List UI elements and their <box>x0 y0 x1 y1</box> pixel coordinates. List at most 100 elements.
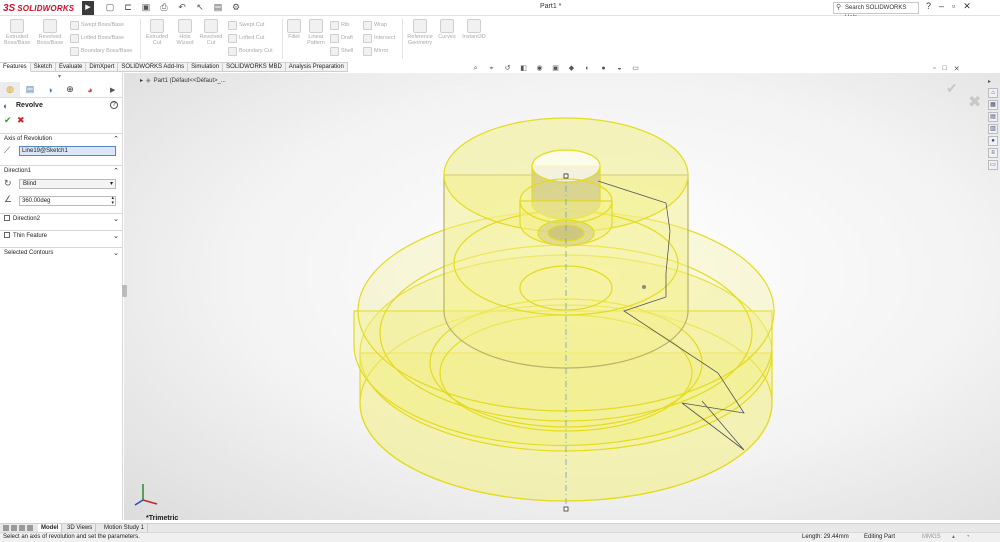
tab-sketch[interactable]: Sketch <box>30 62 57 72</box>
select-icon[interactable]: ↖ <box>194 2 206 13</box>
intersect-button[interactable]: Intersect <box>363 32 395 44</box>
view-orientation-icon[interactable]: ▣ <box>550 64 561 73</box>
file-explorer-icon[interactable]: ▤ <box>988 112 998 122</box>
reverse-direction-icon[interactable]: ↻ <box>4 178 12 189</box>
thin-feature-checkbox[interactable] <box>4 232 10 238</box>
rib-button[interactable]: Rib <box>330 19 349 31</box>
appearances-icon[interactable]: ● <box>988 136 998 146</box>
first-tab-icon[interactable] <box>3 525 9 531</box>
new-document-icon[interactable]: ▢ <box>104 2 116 13</box>
menu-expand-arrow-icon[interactable]: ▶ <box>82 1 94 15</box>
hole-wizard-button[interactable]: Hole Wizard <box>172 19 198 46</box>
dimxpert-manager-tab[interactable]: ⊕ <box>60 82 80 97</box>
viewport-restore-icon[interactable]: ▫ <box>933 65 935 73</box>
help-icon[interactable]: ? <box>110 101 118 109</box>
lofted-boss-button[interactable]: Lofted Boss/Base <box>70 32 124 44</box>
task-pane-expand-icon[interactable]: ▸ <box>988 78 991 85</box>
configuration-manager-tab[interactable]: ◑ <box>40 82 60 97</box>
axis-of-revolution-section[interactable]: Axis of Revolution ⌃ <box>0 133 123 145</box>
undo-icon[interactable]: ↶ <box>176 2 188 13</box>
property-manager-tab[interactable]: ▤ <box>20 82 40 97</box>
linear-pattern-button[interactable]: Linear Pattern <box>304 19 328 46</box>
panel-resize-handle[interactable] <box>122 285 127 297</box>
swept-boss-button[interactable]: Swept Boss/Base <box>70 19 124 31</box>
dynamic-annotation-icon[interactable]: ◉ <box>534 64 545 73</box>
extruded-cut-button[interactable]: Extruded Cut <box>144 19 170 46</box>
fillet-button[interactable]: Fillet <box>284 19 304 40</box>
panel-collapse-icon[interactable]: ▾ <box>58 73 61 80</box>
display-style-icon[interactable]: ◆ <box>566 64 577 73</box>
last-tab-icon[interactable] <box>27 525 33 531</box>
tab-features[interactable]: Features <box>0 62 31 72</box>
save-icon[interactable]: ▣ <box>140 2 152 13</box>
tab-simulation[interactable]: Simulation <box>188 62 224 72</box>
revolved-part-model[interactable] <box>124 73 1000 520</box>
ok-button[interactable]: ✔ <box>4 115 12 126</box>
hide-show-items-icon[interactable]: ◐ <box>582 64 593 73</box>
cancel-button[interactable]: ✖ <box>17 115 25 126</box>
confirm-cancel-icon[interactable]: ✖ <box>968 92 981 112</box>
solidworks-resources-icon[interactable]: ⌂ <box>988 88 998 98</box>
print-icon[interactable]: ⎙ <box>158 2 170 13</box>
zoom-to-fit-icon[interactable]: ⌕ <box>470 64 481 73</box>
angle-input[interactable]: 360.00deg ▴ ▾ <box>19 196 116 206</box>
spin-arrows-icon[interactable]: ▴ ▾ <box>111 196 114 206</box>
open-icon[interactable]: ⊏ <box>122 2 134 13</box>
options-icon[interactable]: ⚙ <box>230 2 242 13</box>
edit-appearance-icon[interactable]: ● <box>598 64 609 73</box>
direction2-checkbox[interactable] <box>4 215 10 221</box>
restore-button[interactable]: ▫ <box>952 1 955 12</box>
next-tab-icon[interactable] <box>19 525 25 531</box>
direction2-section[interactable]: Direction2 ⌄ <box>0 213 123 225</box>
revolved-cut-button[interactable]: Revolved Cut <box>198 19 224 46</box>
tab-solidworks-add-ins[interactable]: SOLIDWORKS Add-Ins <box>118 62 189 72</box>
rebuild-icon[interactable]: ▤ <box>212 2 224 13</box>
previous-view-icon[interactable]: ↺ <box>502 64 513 73</box>
extruded-boss-button[interactable]: Extruded Boss/Base <box>4 19 30 46</box>
wrap-button[interactable]: Wrap <box>363 19 387 31</box>
section-view-icon[interactable]: ◧ <box>518 64 529 73</box>
more-tabs-icon[interactable]: ▶ <box>110 86 115 94</box>
prev-tab-icon[interactable] <box>11 525 17 531</box>
reference-geometry-button[interactable]: Reference Geometry <box>405 19 435 46</box>
tab-scroll-buttons[interactable] <box>3 525 33 531</box>
help-search-input[interactable]: ⚲ Search SOLIDWORKS Help <box>833 2 919 21</box>
lofted-cut-button[interactable]: Lofted Cut <box>228 32 264 44</box>
thin-feature-section[interactable]: Thin Feature ⌄ <box>0 230 123 242</box>
viewport-close-icon[interactable]: ✕ <box>954 65 960 73</box>
curves-button[interactable]: Curves <box>436 19 458 40</box>
feature-manager-tab[interactable]: ◍ <box>0 82 20 97</box>
boundary-cut-button[interactable]: Boundary Cut <box>228 45 273 57</box>
mirror-button[interactable]: Mirror <box>363 45 388 57</box>
tab-analysis-preparation[interactable]: Analysis Preparation <box>285 62 348 72</box>
status-units[interactable]: MMGS <box>922 533 941 542</box>
units-dropdown-icon[interactable]: ▴ <box>952 533 955 542</box>
view-settings-icon[interactable]: ▭ <box>630 64 641 73</box>
display-manager-tab[interactable]: ◕ <box>80 82 100 97</box>
swept-cut-button[interactable]: Swept Cut <box>228 19 264 31</box>
boundary-boss-button[interactable]: Boundary Boss/Base <box>70 45 132 57</box>
selected-contours-section[interactable]: Selected Contours ⌄ <box>0 247 123 259</box>
status-info-icon[interactable]: ◔ <box>966 533 970 542</box>
minimize-button[interactable]: – <box>939 1 944 12</box>
forum-icon[interactable]: ▭ <box>988 160 998 170</box>
feature-tree-root[interactable]: Part1 (Défaut<<Défaut>_... <box>154 78 226 84</box>
confirm-ok-icon[interactable]: ✔ <box>946 80 958 97</box>
help-icon[interactable]: ? <box>926 1 931 12</box>
apply-scene-icon[interactable]: ◒ <box>614 64 625 73</box>
axis-selection-field[interactable]: Line19@Sketch1 <box>19 146 116 156</box>
instant3d-button[interactable]: Instant3D <box>461 19 487 40</box>
direction1-section[interactable]: Direction1 ⌃ <box>0 165 123 177</box>
draft-button[interactable]: Draft <box>330 32 353 44</box>
close-button[interactable]: ✕ <box>963 1 971 12</box>
viewport-maximize-icon[interactable]: □ <box>942 65 946 73</box>
end-condition-select[interactable]: Blind ▾ <box>19 179 116 189</box>
tab-dimxpert[interactable]: DimXpert <box>86 62 119 72</box>
zoom-to-area-icon[interactable]: ⌖ <box>486 64 497 73</box>
tab-evaluate[interactable]: Evaluate <box>56 62 87 72</box>
design-library-icon[interactable]: ▦ <box>988 100 998 110</box>
view-palette-icon[interactable]: ▥ <box>988 124 998 134</box>
revolved-boss-button[interactable]: Revolved Boss/Base <box>36 19 64 46</box>
shell-button[interactable]: Shell <box>330 45 353 57</box>
custom-properties-icon[interactable]: ≡ <box>988 148 998 158</box>
